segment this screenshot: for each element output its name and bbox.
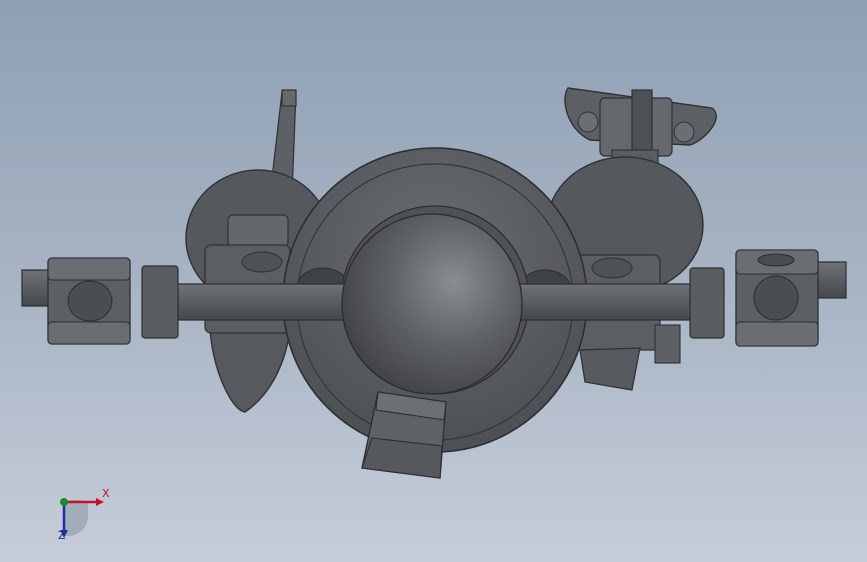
right-end-coupling[interactable] <box>735 249 819 347</box>
x-axis-label: X <box>102 487 110 500</box>
z-axis-label: Z <box>58 529 66 542</box>
cad-graphics-viewport[interactable]: X Z <box>0 0 867 562</box>
right-tilt-arm[interactable] <box>564 87 717 169</box>
inner-ball[interactable] <box>341 213 523 395</box>
y-axis-dot <box>60 498 68 506</box>
left-end-coupling[interactable] <box>47 257 131 345</box>
assembly-model[interactable] <box>0 0 867 562</box>
